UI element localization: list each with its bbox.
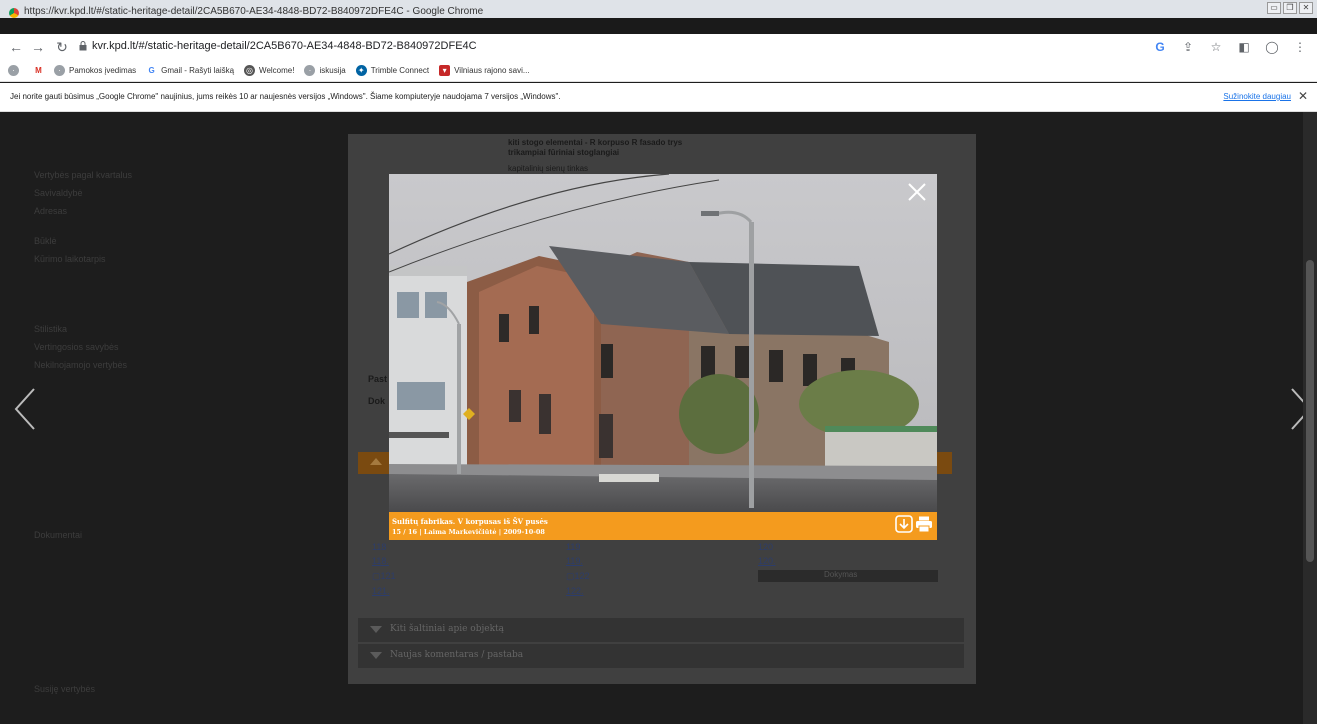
thumbnail-link[interactable]: 118. (372, 556, 389, 566)
menu-icon[interactable]: ⋮ (1291, 37, 1309, 57)
scrollbar-thumb[interactable] (1306, 260, 1314, 562)
bookmark-iskusija[interactable]: · iskusija (304, 65, 346, 76)
download-icon[interactable] (895, 515, 913, 533)
accordion-other-sources[interactable]: Kiti šaltiniai apie objektą (358, 618, 964, 642)
accordion-new-comment[interactable]: Naujas komentaras / pastaba (358, 644, 964, 668)
close-icon[interactable] (907, 182, 927, 202)
document-box[interactable]: Dokymas (758, 570, 938, 582)
tab-strip (0, 18, 1317, 34)
back-button[interactable]: ← (6, 37, 26, 57)
bookmark-pamokos[interactable]: · Pamokos įvedimas (54, 65, 136, 76)
chrome-icon (9, 8, 19, 18)
thumbnail-link[interactable]: 121. (372, 586, 390, 596)
infobar-message: Jei norite gauti būsimus „Google Chrome"… (10, 92, 561, 101)
learn-more-link[interactable]: Sužinokite daugiau (1223, 92, 1291, 101)
lightbox-photo (389, 174, 937, 512)
caret-down-icon (370, 652, 382, 659)
modal-label: Past (368, 374, 388, 384)
share-icon[interactable]: ⇪ (1179, 37, 1197, 57)
thumbnail-image[interactable]: 118 (372, 542, 386, 552)
sidebar-item[interactable]: Adresas (34, 206, 67, 216)
google-icon: G (146, 65, 158, 76)
previous-arrow-icon[interactable] (12, 387, 38, 431)
thumbnail-link[interactable]: 120. (758, 556, 776, 566)
sidebar-item[interactable]: Vertingosios savybės (34, 342, 119, 352)
bookmark-welcome[interactable]: ◎ Welcome! (244, 65, 294, 76)
reload-button[interactable]: ↻ (52, 37, 72, 57)
photo-caption-title: Sulfitų fabrikas. V korpusas iš ŠV pusės (392, 517, 548, 526)
window-controls: ▭ ❐ ✕ (1267, 2, 1313, 14)
window-titlebar: https://kvr.kpd.lt/#/static-heritage-det… (0, 0, 1317, 34)
globe-icon: ◎ (244, 65, 256, 76)
building-photo-image (389, 174, 937, 512)
broken-image-icon: ▢ (372, 571, 381, 581)
trimble-icon: ✦ (355, 65, 367, 76)
sidebar-item[interactable]: Stilistika (34, 324, 67, 334)
photo-caption-meta: 15 / 16 | Laima Markevičiūtė | 2009-10-0… (392, 528, 545, 536)
update-infobar: Jei norite gauti būsimus „Google Chrome"… (0, 83, 1317, 112)
thumbnail-link[interactable]: 119. (566, 556, 583, 566)
shield-icon: ▾ (439, 65, 451, 76)
modal-label: Dok (368, 396, 386, 406)
forward-button[interactable]: → (28, 37, 48, 57)
gmail-icon: M (33, 65, 44, 76)
bookmark-apps[interactable]: · (8, 65, 23, 76)
thumbnail-image[interactable]: ▢122 (566, 571, 590, 582)
bookmarks-bar: · M · Pamokos įvedimas G Gmail - Rašyti la… (0, 60, 1317, 82)
browser-toolbar: ← → ↻ kvr.kpd.lt/#/static-heritage-detai… (0, 34, 1317, 60)
window-title: https://kvr.kpd.lt/#/static-heritage-det… (24, 6, 484, 17)
broken-image-icon: ▢ (566, 571, 575, 581)
modal-text-line: kapitalinių sienų tinkas (508, 164, 589, 173)
thumbnail-image[interactable]: 120 (758, 542, 773, 552)
globe-icon: · (54, 65, 65, 76)
sidebar-item[interactable]: Būklė (34, 236, 57, 246)
thumbnail-image[interactable]: 119 (566, 542, 580, 552)
bookmark-star-icon[interactable]: ☆ (1207, 37, 1225, 57)
sidebar-item[interactable]: Vertybės pagal kvartalus (34, 170, 132, 180)
globe-icon: · (304, 65, 316, 76)
toolbar-actions: G ⇪ ☆ ◧ ◯ ⋮ (1151, 37, 1309, 57)
bookmark-trimble[interactable]: ✦ Trimble Connect (355, 65, 429, 76)
sidebar-item[interactable]: Dokumentai (34, 530, 82, 540)
photo-actions (895, 515, 933, 533)
caret-up-icon (370, 458, 382, 465)
bookmark-gmail-write[interactable]: G Gmail - Rašyti laišką (146, 65, 234, 76)
thumbnail-image[interactable]: ▢121 (372, 571, 396, 582)
restore-button[interactable]: ❐ (1283, 2, 1297, 14)
page-scrollbar[interactable] (1303, 112, 1317, 724)
close-window-button[interactable]: ✕ (1299, 2, 1313, 14)
bookmark-gmail[interactable]: M (33, 65, 44, 76)
bookmark-vilniaus[interactable]: ▾ Vilniaus rajono savi... (439, 65, 530, 76)
sidebar-item[interactable]: Susiję vertybės (34, 684, 95, 694)
print-icon[interactable] (915, 515, 933, 533)
minimize-button[interactable]: ▭ (1267, 2, 1281, 14)
infobar-close-icon[interactable]: ✕ (1298, 89, 1308, 103)
side-panel-icon[interactable]: ◧ (1235, 37, 1253, 57)
thumbnail-link[interactable]: 122. (566, 586, 584, 596)
globe-icon: · (8, 65, 19, 76)
address-bar[interactable]: kvr.kpd.lt/#/static-heritage-detail/2CA5… (92, 40, 477, 52)
caret-down-icon (370, 626, 382, 633)
modal-text-line: kiti stogo elementai - R korpuso R fasad… (508, 138, 683, 147)
google-icon[interactable]: G (1151, 37, 1169, 57)
sidebar-item[interactable]: Savivaldybė (34, 188, 83, 198)
sidebar-item[interactable]: Kūrimo laikotarpis (34, 254, 106, 264)
profile-avatar[interactable]: ◯ (1263, 37, 1281, 57)
lock-icon (79, 41, 87, 51)
sidebar-item[interactable]: Nekilnojamojo vertybės (34, 360, 127, 370)
photo-lightbox: Sulfitų fabrikas. V korpusas iš ŠV pusės… (389, 174, 937, 540)
modal-text-line: trikampiai fūriniai stoglangiai (508, 148, 620, 157)
